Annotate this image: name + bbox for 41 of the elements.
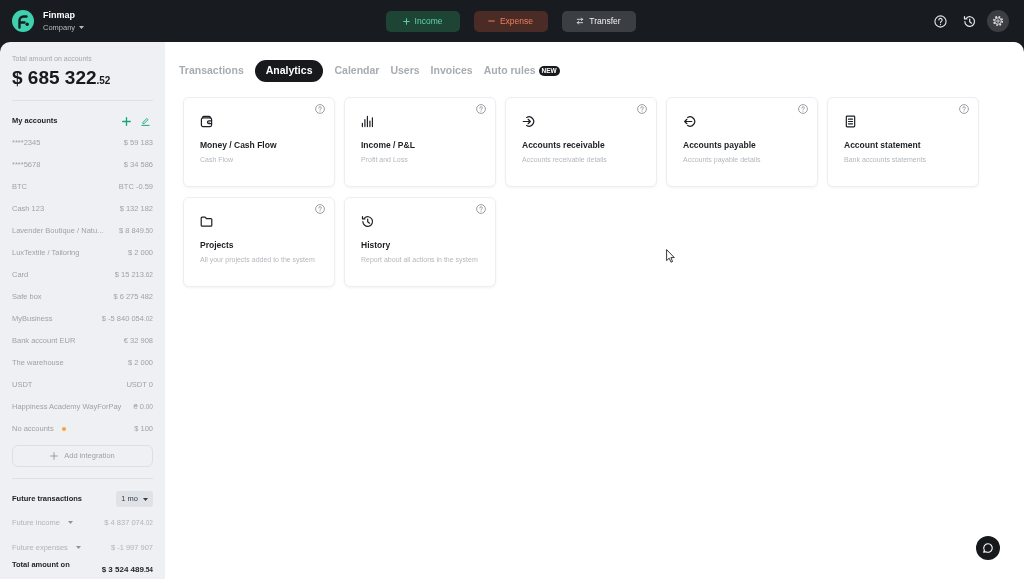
arrow-out-of-circle-icon [683, 115, 696, 128]
settings-icon [992, 15, 1004, 27]
plus-icon [402, 17, 410, 25]
document-icon [844, 115, 857, 128]
tab[interactable]: Transactions [179, 60, 244, 82]
tab[interactable]: Calendar [334, 60, 380, 82]
wallet-icon [200, 115, 213, 128]
history-icon [361, 215, 374, 228]
caret-icon [142, 497, 148, 501]
income-button[interactable]: Income [385, 10, 460, 32]
arrow-into-circle-icon [522, 115, 535, 128]
report-title: Accounts payable [683, 139, 756, 151]
tab[interactable]: Users [390, 60, 420, 82]
swap-arrows-icon [576, 17, 585, 25]
caret-icon [79, 26, 85, 29]
total-amount: $ 685 322.52 [12, 66, 112, 90]
report-title: Account statement [844, 139, 921, 151]
caret-icon[interactable] [67, 521, 73, 524]
history-icon[interactable] [963, 14, 976, 28]
folder-icon [200, 215, 213, 228]
tab[interactable]: Analytics [254, 60, 324, 82]
plus-icon[interactable] [122, 116, 131, 126]
settings-button[interactable] [987, 10, 1009, 32]
logo-icon[interactable] [12, 10, 34, 32]
chat-bubble-icon [982, 542, 994, 554]
report-title: Projects [200, 239, 234, 251]
report-title: History [361, 239, 391, 251]
transfer-button[interactable]: Transfer [561, 10, 636, 32]
brand-name: Finmap [43, 9, 76, 21]
pencil-icon[interactable] [141, 116, 150, 126]
report-title: Accounts receivable [522, 139, 605, 151]
plus-icon [50, 452, 59, 460]
report-title: Money / Cash Flow [200, 139, 277, 151]
tab[interactable]: Invoices [430, 60, 473, 82]
minus-icon [487, 20, 495, 22]
tab[interactable]: Auto rules [483, 60, 536, 82]
bar-chart-icon [361, 115, 374, 128]
report-title: Income / P&L [361, 139, 415, 151]
mouse-pointer-icon [666, 249, 675, 263]
caret-icon[interactable] [75, 546, 81, 549]
expense-button[interactable]: Expense [473, 10, 548, 32]
